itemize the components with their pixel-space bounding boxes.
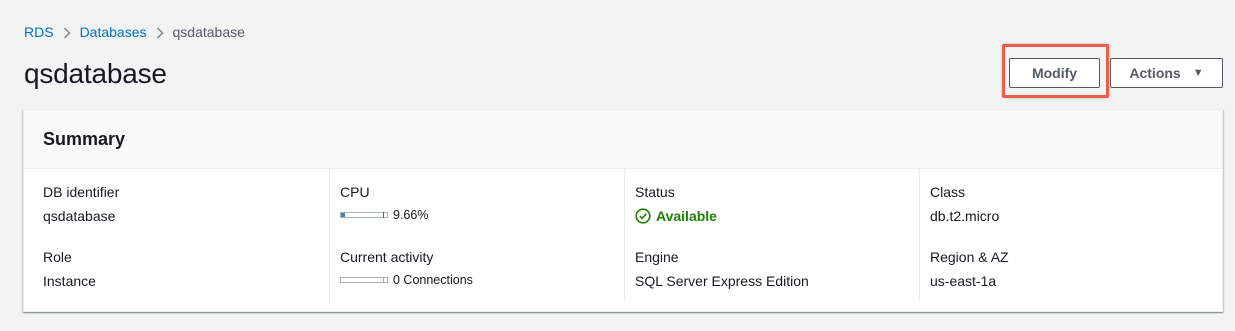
engine-label: Engine [635,249,679,265]
cpu-metric: 9.66% [340,208,428,222]
breadcrumb-current: qsdatabase [172,24,245,40]
status-value: Available [656,208,717,224]
cpu-meter [340,212,388,218]
breadcrumb-databases-link[interactable]: Databases [80,24,147,40]
class-value: db.t2.micro [930,208,1000,224]
region-az-label: Region & AZ [930,249,1009,265]
cpu-meter-threshold [383,212,384,218]
summary-panel-header: Summary [24,110,1222,169]
db-identifier-value: qsdatabase [43,208,116,224]
actions-button-label: Actions [1129,65,1181,81]
current-activity-value: 0 Connections [393,273,473,287]
cpu-value: 9.66% [393,208,429,222]
cpu-meter-fill [341,213,346,217]
check-circle-icon [635,208,651,224]
role-value: Instance [43,273,96,289]
class-label: Class [930,184,966,200]
region-az-value: us-east-1a [930,273,997,289]
chevron-right-icon [54,24,80,40]
role-label: Role [43,249,72,265]
status-badge: Available [635,208,717,224]
connections-meter-threshold [383,277,384,283]
summary-column-status: Status Available Engine SQL Server Expre… [624,169,904,302]
cpu-label: CPU [340,184,370,200]
summary-panel: Summary DB identifier qsdatabase Role In… [23,109,1223,312]
page-title: qsdatabase [24,58,167,89]
engine-value: SQL Server Express Edition [635,273,809,289]
summary-column-identity: DB identifier qsdatabase Role Instance [43,169,313,302]
summary-column-class: Class db.t2.micro Region & AZ us-east-1a [919,169,1209,302]
breadcrumb-rds-link[interactable]: RDS [24,24,54,40]
modify-button[interactable]: Modify [1009,58,1100,88]
current-activity-metric: 0 Connections [340,273,473,287]
status-label: Status [635,184,675,200]
chevron-right-icon [147,24,173,40]
breadcrumb: RDS Databases qsdatabase [24,24,245,40]
caret-down-icon: ▼ [1192,67,1204,79]
actions-dropdown-button[interactable]: Actions ▼ [1110,58,1223,88]
db-identifier-label: DB identifier [43,184,120,200]
current-activity-label: Current activity [340,249,434,265]
summary-title: Summary [43,128,126,149]
summary-column-metrics: CPU 9.66% Current activity 0 Connections [329,169,609,302]
summary-grid: DB identifier qsdatabase Role Instance C… [24,169,1222,312]
connections-meter [340,277,388,283]
